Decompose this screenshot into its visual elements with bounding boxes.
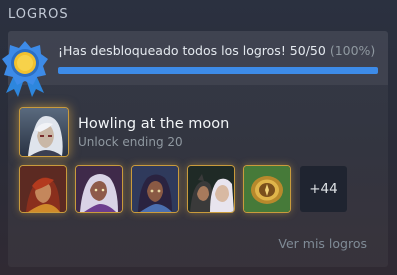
achievement-icon[interactable]	[20, 166, 66, 212]
featured-achievement-icon[interactable]	[20, 108, 68, 156]
progress-message: ¡Has desbloqueado todos los logros! 50/5…	[58, 43, 375, 58]
silver-haired-elf-portrait-icon	[76, 166, 122, 212]
progress-label: ¡Has desbloqueado todos los logros! 50/5…	[58, 43, 326, 58]
featured-achievement-name: Howling at the moon	[78, 116, 230, 132]
progress-row: ¡Has desbloqueado todos los logros! 50/5…	[8, 31, 388, 85]
progress-percent: (100%)	[329, 43, 376, 58]
golden-compass-icon	[244, 166, 290, 212]
section-title: LOGROS	[8, 7, 69, 22]
red-haired-warrior-portrait-icon	[20, 166, 66, 212]
achievements-widget: LOGROS ¡Has desbloqueado todos los logro…	[0, 0, 397, 275]
achievement-icon[interactable]	[188, 166, 234, 212]
progress-bar-fill	[58, 67, 378, 74]
dark-haired-character-portrait-icon	[132, 166, 178, 212]
more-achievements-count[interactable]: +44	[300, 166, 347, 212]
progress-bar	[58, 67, 378, 74]
achievement-icon[interactable]	[132, 166, 178, 212]
achievement-icon[interactable]	[76, 166, 122, 212]
two-characters-portrait-icon	[188, 166, 234, 212]
view-my-achievements-link[interactable]: Ver mis logros	[278, 236, 367, 251]
perfect-games-badge-icon	[2, 41, 48, 97]
white-haired-character-portrait-icon	[20, 108, 68, 156]
achievement-icon[interactable]	[244, 166, 290, 212]
featured-achievement-description: Unlock ending 20	[78, 135, 183, 149]
